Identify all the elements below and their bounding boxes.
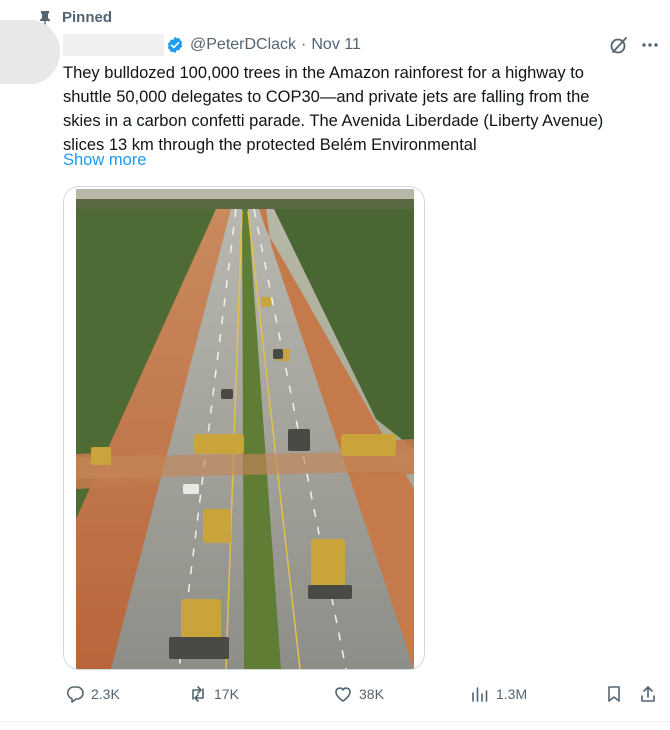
share-icon [641,686,655,702]
highway-construction-photo[interactable] [76,189,414,669]
repost-count: 17K [214,686,239,702]
verified-badge-icon [167,36,183,54]
repost-button[interactable]: 17K [188,684,239,704]
views-button[interactable]: 1.3M [470,684,527,704]
separator-dot: · [301,36,307,53]
like-button[interactable]: 38K [333,684,384,704]
pinned-indicator: Pinned [38,9,112,26]
like-count: 38K [359,686,384,702]
views-icon [472,687,488,702]
tweet-text: They bulldozed 100,000 trees in the Amaz… [63,61,653,157]
tweet-line: slices 13 km through the protected Belém… [63,136,477,154]
tweet-actions: 2.3K 17K 38K 1.3M [0,684,670,708]
author-handle[interactable]: @PeterDClack [190,36,296,54]
divider [0,721,670,722]
show-more-link[interactable]: Show more [63,151,146,170]
avatar[interactable] [0,20,60,84]
views-count: 1.3M [496,686,528,702]
heart-icon [335,687,351,702]
grok-icon[interactable] [609,35,629,55]
share-button[interactable] [638,684,658,704]
repost-icon [192,686,204,702]
tweet-line: skies in a carbon confetti parade. The A… [63,112,604,130]
bookmark-icon [608,686,620,702]
display-name-redacted[interactable] [63,34,164,56]
reply-icon [66,686,84,703]
more-options-icon[interactable] [640,38,660,52]
tweet-line: shuttle 50,000 delegates to COP30—and pr… [63,88,590,106]
tweet-media[interactable] [63,186,425,670]
tweet-date[interactable]: Nov 11 [311,36,361,54]
tweet-line: They bulldozed 100,000 trees in the Amaz… [63,64,584,82]
bookmark-button[interactable] [604,684,624,704]
reply-count: 2.3K [91,686,120,702]
reply-button[interactable]: 2.3K [65,684,120,704]
pinned-label: Pinned [62,9,113,26]
tweet-header: @PeterDClack · Nov 11 [63,34,361,56]
